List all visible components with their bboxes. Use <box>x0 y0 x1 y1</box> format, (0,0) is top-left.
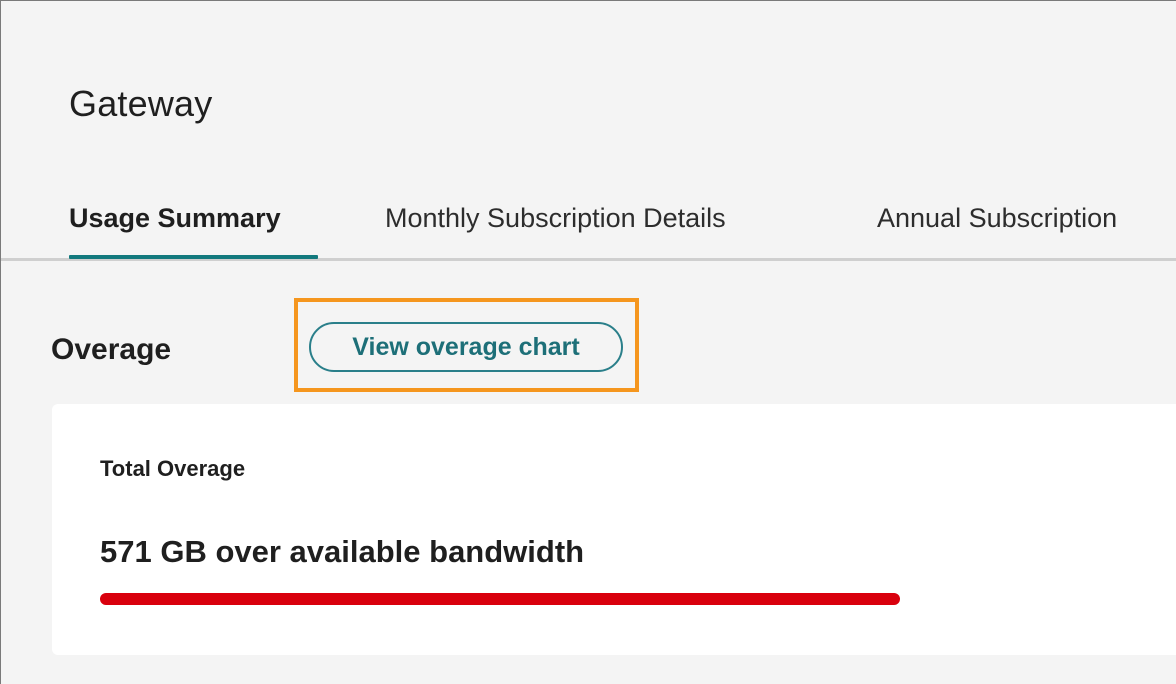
overage-progress-fill <box>100 593 900 605</box>
overage-section-title: Overage <box>51 333 172 366</box>
page-title: Gateway <box>69 83 213 124</box>
overage-progress-bar <box>100 593 900 605</box>
overage-summary-text: 571 GB over available bandwidth <box>100 534 585 569</box>
total-overage-label: Total Overage <box>100 456 246 481</box>
tab-usage-summary[interactable]: Usage Summary <box>69 203 281 234</box>
tab-bar: Usage Summary Monthly Subscription Detai… <box>1 193 1176 261</box>
total-overage-card: Total Overage 571 GB over available band… <box>52 404 1176 655</box>
tab-monthly-subscription-details[interactable]: Monthly Subscription Details <box>385 203 726 234</box>
tab-annual-subscription[interactable]: Annual Subscription <box>877 203 1117 234</box>
active-tab-indicator <box>69 255 318 259</box>
app-frame: Gateway Usage Summary Monthly Subscripti… <box>0 0 1176 684</box>
view-overage-chart-button[interactable]: View overage chart <box>309 322 623 372</box>
